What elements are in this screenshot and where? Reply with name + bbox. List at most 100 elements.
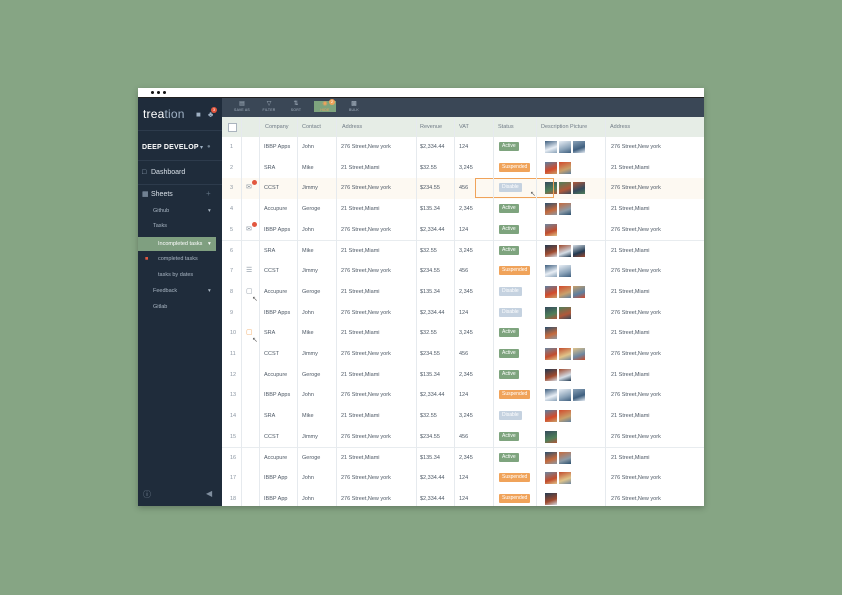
chevron-down-icon[interactable]: ▾ bbox=[208, 288, 211, 294]
description-pictures[interactable] bbox=[545, 306, 573, 319]
status-badge[interactable]: Suspended bbox=[499, 493, 531, 503]
table-row[interactable]: 8 Accupure Geroge 21 Street,Miami $135.34 2,3… bbox=[222, 281, 704, 304]
cell-address[interactable]: 276 Street,New york bbox=[341, 185, 391, 191]
cell-company[interactable]: IBBP Apps bbox=[264, 392, 290, 398]
cell-revenue[interactable]: $2,334.44 bbox=[420, 392, 444, 398]
cell-vat[interactable]: 456 bbox=[459, 268, 468, 274]
table-row[interactable]: 6 SRA Mike 21 Street,Miami $32.55 3,245 Active… bbox=[222, 240, 704, 263]
cell-address[interactable]: 276 Street,New york bbox=[341, 475, 391, 481]
row-number[interactable]: 3 bbox=[230, 185, 233, 191]
sidebar-item-tasks[interactable]: Tasks bbox=[153, 223, 167, 229]
document-icon[interactable]: ▢ bbox=[246, 328, 253, 336]
cell-address[interactable]: 21 Street,Miami bbox=[341, 413, 380, 419]
table-row[interactable]: 18 IBBP App John 276 Street,New york $2,334.… bbox=[222, 488, 704, 506]
save-as-button[interactable]: ▤ SAVE AS bbox=[231, 101, 253, 112]
table-row[interactable]: 13 IBBP Apps John 276 Street,New york $2,334… bbox=[222, 385, 704, 408]
cell-address[interactable]: 276 Street,New york bbox=[341, 434, 391, 440]
cell-revenue[interactable]: $32.55 bbox=[420, 165, 437, 171]
description-pictures[interactable] bbox=[545, 244, 587, 257]
users-icon[interactable]: ● bbox=[207, 144, 211, 150]
status-badge[interactable]: Active bbox=[499, 369, 519, 379]
cell-vat[interactable]: 124 bbox=[459, 144, 468, 150]
cell-contact[interactable]: John bbox=[302, 310, 314, 316]
description-pictures[interactable] bbox=[545, 492, 559, 505]
thumbnail-image[interactable] bbox=[545, 348, 557, 360]
app-logo[interactable]: treation bbox=[143, 107, 185, 121]
cell-address-2[interactable]: 276 Street,New york bbox=[611, 144, 661, 150]
thumbnail-image[interactable] bbox=[545, 410, 557, 423]
cell-address-2[interactable]: 21 Street,Miami bbox=[611, 289, 650, 295]
thumbnail-image[interactable] bbox=[573, 182, 585, 195]
collapse-sidebar-icon[interactable]: ◀ bbox=[206, 489, 212, 498]
status-badge[interactable]: Disable bbox=[499, 286, 522, 296]
thumbnail-image[interactable] bbox=[573, 244, 585, 257]
table-row[interactable]: 12 Accupure Geroge 21 Street,Miami $135.34 2,… bbox=[222, 364, 704, 387]
thumbnail-image[interactable] bbox=[545, 368, 557, 381]
cell-company[interactable]: CCST bbox=[264, 268, 279, 274]
thumbnail-image[interactable] bbox=[545, 285, 557, 298]
table-row[interactable]: 17 IBBP App John 276 Street,New york $2,334.… bbox=[222, 468, 704, 490]
row-number[interactable]: 10 bbox=[230, 330, 236, 336]
thumbnail-image[interactable] bbox=[545, 306, 557, 319]
description-pictures[interactable] bbox=[545, 410, 573, 423]
description-pictures[interactable] bbox=[545, 327, 559, 340]
cell-address[interactable]: 21 Street,Miami bbox=[341, 206, 380, 212]
cell-revenue[interactable]: $2,334.44 bbox=[420, 475, 444, 481]
status-badge[interactable]: Disable bbox=[499, 411, 522, 421]
cell-contact[interactable]: Mike bbox=[302, 413, 314, 419]
description-pictures[interactable] bbox=[545, 472, 573, 485]
cell-address[interactable]: 276 Street,New york bbox=[341, 351, 391, 357]
comment-icon[interactable]: ✉ bbox=[246, 183, 252, 191]
thumbnail-image[interactable] bbox=[545, 244, 557, 257]
table-row[interactable]: 5 IBBP Apps John 276 Street,New york $2,334.… bbox=[222, 219, 704, 242]
thumbnail-image[interactable] bbox=[545, 161, 557, 174]
cell-address[interactable]: 276 Street,New york bbox=[341, 144, 391, 150]
sidebar-item-gitlab[interactable]: Gitlab bbox=[153, 304, 167, 310]
cell-company[interactable]: SRA bbox=[264, 165, 275, 171]
cell-contact[interactable]: Geroge bbox=[302, 206, 320, 212]
row-number[interactable]: 5 bbox=[230, 227, 233, 233]
cell-address[interactable]: 21 Street,Miami bbox=[341, 330, 380, 336]
cell-revenue[interactable]: $2,334.44 bbox=[420, 144, 444, 150]
cell-vat[interactable]: 2,345 bbox=[459, 206, 473, 212]
description-pictures[interactable] bbox=[545, 368, 573, 381]
row-number[interactable]: 7 bbox=[230, 268, 233, 274]
row-number[interactable]: 1 bbox=[230, 144, 233, 150]
cell-revenue[interactable]: $135.34 bbox=[420, 289, 440, 295]
status-badge[interactable]: Active bbox=[499, 245, 519, 255]
cell-address-2[interactable]: 276 Street,New york bbox=[611, 392, 661, 398]
cell-vat[interactable]: 3,245 bbox=[459, 330, 473, 336]
cell-contact[interactable]: John bbox=[302, 392, 314, 398]
cell-company[interactable]: IBBP App bbox=[264, 496, 287, 502]
sort-button[interactable]: ⇅ SORT bbox=[285, 101, 307, 112]
status-badge[interactable]: Active bbox=[499, 204, 519, 214]
thumbnail-image[interactable] bbox=[545, 389, 557, 402]
cell-revenue[interactable]: $32.55 bbox=[420, 330, 437, 336]
cell-vat[interactable]: 2,345 bbox=[459, 455, 473, 461]
comment-icon[interactable]: ✉ bbox=[246, 225, 252, 233]
thumbnail-image[interactable] bbox=[559, 410, 571, 423]
column-header-vat[interactable]: VAT bbox=[459, 124, 469, 130]
cell-revenue[interactable]: $234.55 bbox=[420, 268, 440, 274]
window-dot-icon[interactable] bbox=[151, 91, 154, 94]
document-icon[interactable]: ▢ bbox=[246, 287, 253, 295]
sidebar-item-github[interactable]: Github bbox=[153, 208, 169, 214]
description-pictures[interactable] bbox=[545, 161, 573, 174]
table-row[interactable]: 9 IBBP Apps John 276 Street,New york $2,334.… bbox=[222, 302, 704, 325]
cell-contact[interactable]: Geroge bbox=[302, 289, 320, 295]
cell-address[interactable]: 276 Street,New york bbox=[341, 227, 391, 233]
cell-company[interactable]: SRA bbox=[264, 248, 275, 254]
row-number[interactable]: 13 bbox=[230, 392, 236, 398]
thumbnail-image[interactable] bbox=[545, 223, 557, 236]
cell-revenue[interactable]: $234.55 bbox=[420, 185, 440, 191]
description-pictures[interactable] bbox=[545, 285, 587, 298]
thumbnail-image[interactable] bbox=[559, 203, 571, 216]
cell-revenue[interactable]: $2,334.44 bbox=[420, 227, 444, 233]
cell-revenue[interactable]: $2,334.44 bbox=[420, 496, 444, 502]
column-header-address[interactable]: Address bbox=[342, 124, 362, 130]
cell-revenue[interactable]: $2,334.44 bbox=[420, 310, 444, 316]
chevron-down-icon[interactable]: ▾ bbox=[200, 144, 203, 151]
thumbnail-image[interactable] bbox=[559, 244, 571, 257]
cell-address-2[interactable]: 21 Street,Miami bbox=[611, 165, 650, 171]
cell-address-2[interactable]: 276 Street,New york bbox=[611, 310, 661, 316]
